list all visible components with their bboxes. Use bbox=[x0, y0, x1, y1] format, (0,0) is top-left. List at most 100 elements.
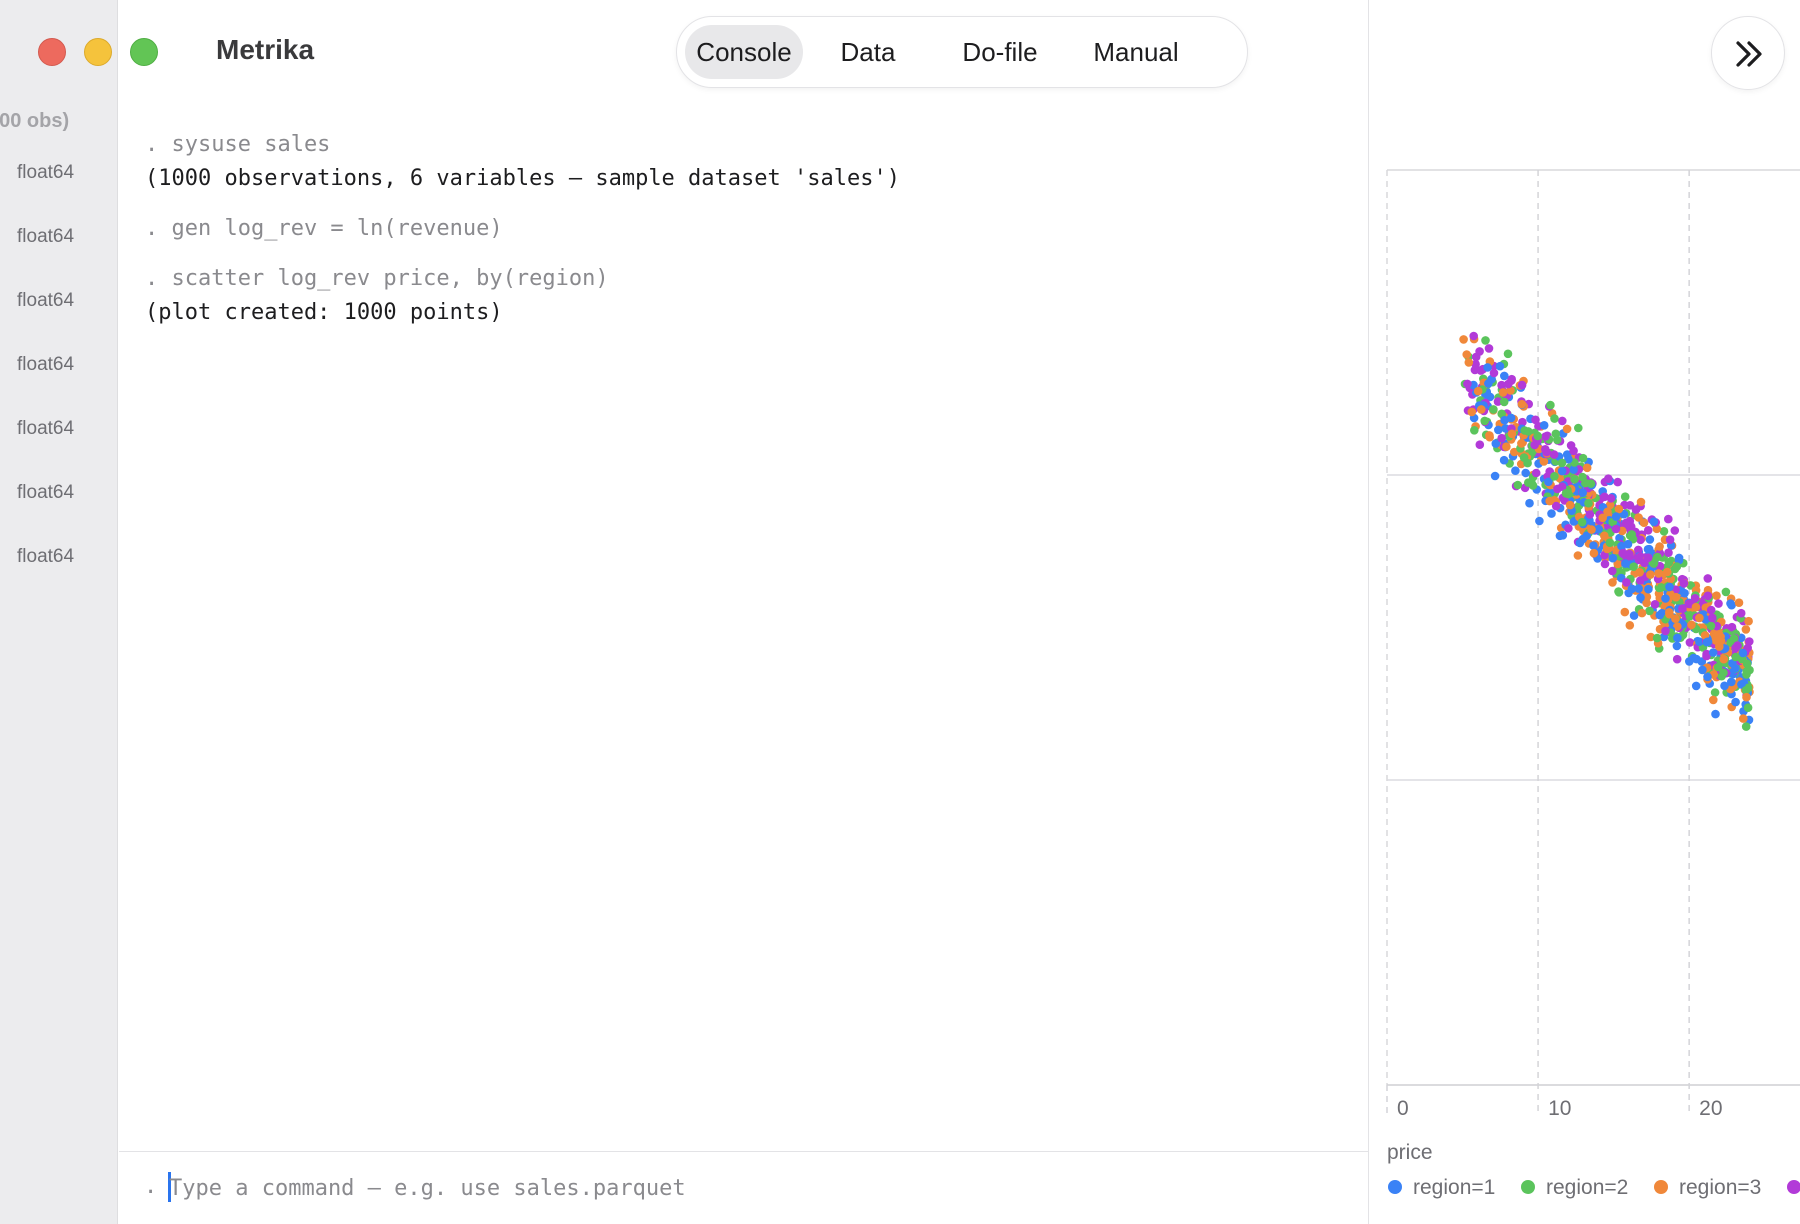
console-output: . sysuse sales (1000 observations, 6 vari… bbox=[145, 128, 900, 330]
scatter-point bbox=[1738, 648, 1748, 658]
close-window-button[interactable] bbox=[38, 38, 66, 66]
scatter-point bbox=[1613, 477, 1622, 487]
tab-manual[interactable]: Manual bbox=[1073, 25, 1199, 79]
scatter-point bbox=[1530, 440, 1539, 450]
variable-type[interactable]: float64 bbox=[17, 226, 74, 290]
legend-label: region=2 bbox=[1546, 1176, 1628, 1199]
zoom-window-button[interactable] bbox=[130, 38, 158, 66]
scatter-point bbox=[1463, 379, 1472, 389]
scatter-point bbox=[1557, 458, 1567, 468]
scatter-point bbox=[1470, 426, 1479, 435]
scatter-point bbox=[1714, 599, 1723, 608]
scatter-point bbox=[1640, 558, 1649, 568]
scatter-point bbox=[1484, 344, 1494, 353]
scatter-point bbox=[1645, 535, 1655, 544]
scatter-point bbox=[1726, 599, 1735, 608]
scatter-point bbox=[1657, 583, 1666, 592]
scatter-point bbox=[1589, 541, 1598, 550]
variable-type-list: float64 float64 float64 float64 float64 float… bbox=[17, 162, 74, 610]
scatter-point bbox=[1569, 446, 1578, 456]
scatter-point bbox=[1573, 551, 1583, 560]
scatter-point bbox=[1533, 431, 1542, 441]
scatter-point bbox=[1550, 414, 1559, 423]
scatter-point bbox=[1671, 592, 1681, 602]
scatter-point bbox=[1541, 432, 1550, 441]
scatter-point bbox=[1614, 588, 1624, 597]
scatter-point bbox=[1734, 598, 1744, 607]
scatter-point bbox=[1620, 607, 1630, 617]
scatter-point bbox=[1485, 431, 1494, 440]
legend-label: region=3 bbox=[1679, 1176, 1761, 1199]
scatter-point bbox=[1604, 474, 1613, 484]
tab-data[interactable]: Data bbox=[809, 25, 927, 79]
variable-type[interactable]: float64 bbox=[17, 418, 74, 482]
scatter-point bbox=[1691, 602, 1701, 612]
scatter-point bbox=[1517, 380, 1527, 390]
scatter-point bbox=[1673, 633, 1682, 643]
scatter-point bbox=[1539, 421, 1549, 430]
scatter-point bbox=[1742, 692, 1751, 702]
scatter-point bbox=[1611, 524, 1621, 534]
scatter-point bbox=[1650, 600, 1660, 609]
scatter-point bbox=[1708, 613, 1717, 623]
scatter-point bbox=[1620, 492, 1630, 502]
x-tick-label: 20 bbox=[1699, 1097, 1722, 1120]
scatter-point bbox=[1467, 407, 1477, 417]
scatter-point bbox=[1639, 518, 1649, 527]
scatter-point bbox=[1680, 588, 1689, 598]
legend-marker bbox=[1521, 1180, 1535, 1194]
scatter-point bbox=[1608, 566, 1617, 576]
collapse-panel-button[interactable] bbox=[1711, 16, 1785, 90]
scatter-point bbox=[1703, 637, 1713, 646]
scatter-point bbox=[1736, 608, 1746, 618]
minimize-window-button[interactable] bbox=[84, 38, 112, 66]
scatter-point bbox=[1553, 435, 1562, 445]
scatter-point bbox=[1498, 388, 1508, 397]
scatter-point bbox=[1646, 570, 1655, 579]
scatter-point bbox=[1719, 654, 1729, 664]
variable-type[interactable]: float64 bbox=[17, 290, 74, 354]
scatter-point bbox=[1495, 361, 1505, 371]
scatter-point bbox=[1611, 512, 1621, 521]
x-tick-label: 10 bbox=[1548, 1097, 1571, 1120]
variable-type[interactable]: float64 bbox=[17, 546, 74, 610]
scatter-point bbox=[1709, 695, 1718, 705]
scatter-point bbox=[1654, 569, 1663, 578]
variable-type[interactable]: float64 bbox=[17, 482, 74, 546]
scatter-point bbox=[1655, 542, 1664, 551]
scatter-point bbox=[1643, 526, 1653, 535]
scatter-point bbox=[1521, 468, 1530, 478]
variable-type[interactable]: float64 bbox=[17, 354, 74, 418]
scatter-point bbox=[1663, 567, 1672, 577]
legend-label: region=1 bbox=[1413, 1176, 1495, 1199]
scatter-point bbox=[1618, 549, 1627, 558]
tab-console[interactable]: Console bbox=[685, 25, 803, 79]
scatter-point bbox=[1644, 584, 1653, 594]
scatter-point bbox=[1703, 574, 1713, 583]
scatter-point bbox=[1645, 606, 1654, 616]
console-output-line: (1000 observations, 6 variables — sample… bbox=[145, 166, 900, 191]
scatter-plot: 0 10 20 price region=1 region=2 region=3 bbox=[1386, 169, 1800, 1199]
scatter-point bbox=[1600, 531, 1609, 541]
scatter-point bbox=[1464, 358, 1474, 367]
console-output-line: (plot created: 1000 points) bbox=[145, 300, 503, 325]
tab-do-file[interactable]: Do-file bbox=[933, 25, 1067, 79]
scatter-point bbox=[1685, 638, 1695, 647]
scatter-point bbox=[1578, 488, 1587, 498]
variable-type[interactable]: float64 bbox=[17, 162, 74, 226]
command-input[interactable] bbox=[169, 1166, 1319, 1210]
scatter-point bbox=[1484, 379, 1493, 388]
scatter-point bbox=[1625, 621, 1635, 630]
scatter-point bbox=[1636, 535, 1645, 545]
scatter-point bbox=[1703, 591, 1713, 601]
scatter-point bbox=[1622, 578, 1631, 587]
scatter-point bbox=[1710, 688, 1720, 697]
scatter-point bbox=[1470, 365, 1480, 375]
app-title: Metrika bbox=[216, 34, 315, 65]
scatter-point bbox=[1635, 568, 1644, 577]
scatter-point bbox=[1507, 429, 1517, 439]
scatter-point bbox=[1490, 471, 1500, 481]
scatter-point bbox=[1500, 371, 1509, 381]
scatter-point bbox=[1473, 386, 1483, 396]
scatter-point bbox=[1708, 648, 1718, 657]
